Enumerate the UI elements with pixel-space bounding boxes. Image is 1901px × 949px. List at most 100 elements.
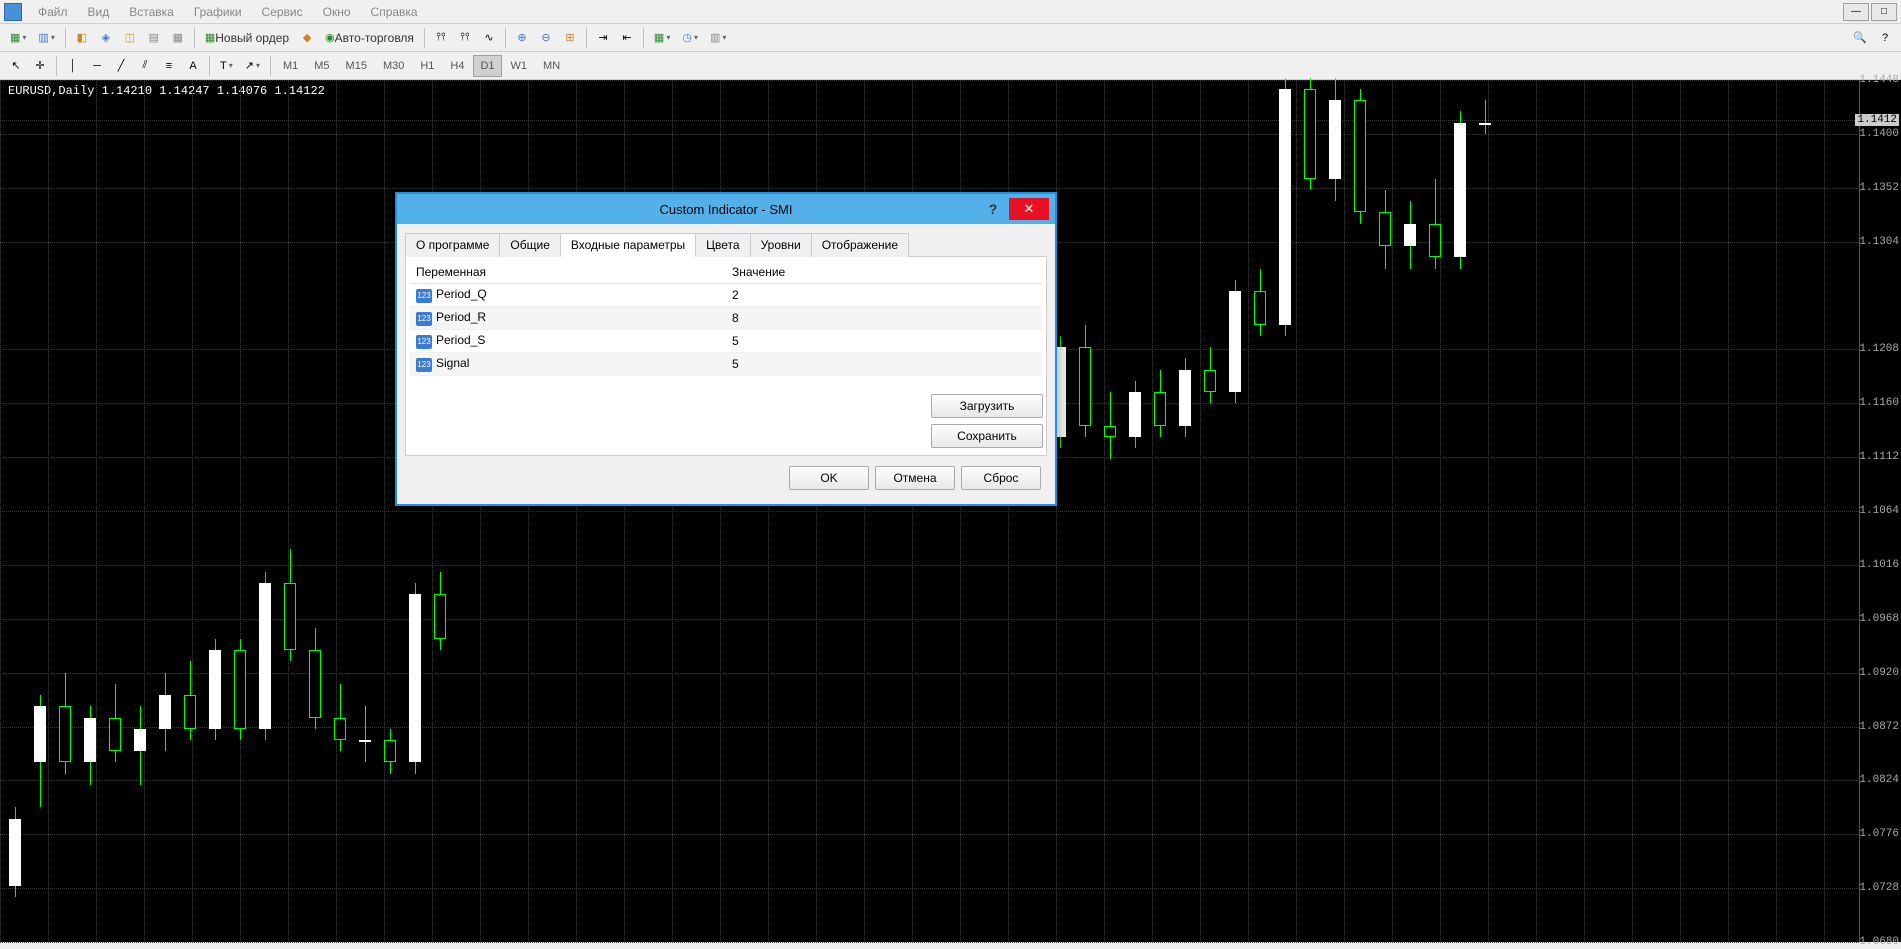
price-tick: 1.1112 xyxy=(1859,451,1899,463)
menu-сервис[interactable]: Сервис xyxy=(252,3,313,21)
column-variable[interactable]: Переменная xyxy=(410,261,726,284)
menu-вставка[interactable]: Вставка xyxy=(119,3,184,21)
indicators-button[interactable]: ▦ xyxy=(649,27,675,49)
chart-shift-button[interactable]: ⇤ xyxy=(616,27,638,49)
profiles-button[interactable]: ▥ xyxy=(33,27,59,49)
line-chart-button[interactable]: ∿ xyxy=(478,27,500,49)
save-button[interactable]: Сохранить xyxy=(931,424,1043,448)
menu-окно[interactable]: Окно xyxy=(313,3,361,21)
price-tick: 1.0728 xyxy=(1859,882,1899,894)
timeframe-mn[interactable]: MN xyxy=(536,55,567,77)
bar-chart-button[interactable]: ⫯⫯ xyxy=(430,27,452,49)
timeframe-m30[interactable]: M30 xyxy=(376,55,411,77)
menu-графики[interactable]: Графики xyxy=(184,3,252,21)
reset-button[interactable]: Сброс xyxy=(961,466,1041,490)
text-label-button[interactable]: A xyxy=(182,55,204,77)
tab-1[interactable]: Общие xyxy=(499,233,560,257)
price-tick: 1.0824 xyxy=(1859,774,1899,786)
market-watch-button[interactable]: ◧ xyxy=(71,27,93,49)
price-tick: 1.0872 xyxy=(1859,721,1899,733)
int-icon: 123 xyxy=(416,312,432,326)
auto-trading-button[interactable]: ◉ Авто-торговля xyxy=(320,27,419,49)
timeframe-m5[interactable]: M5 xyxy=(307,55,336,77)
periods-button[interactable]: ◷ xyxy=(677,27,703,49)
help-button[interactable]: ? xyxy=(1874,27,1896,49)
chart-symbol-label: EURUSD,Daily 1.14210 1.14247 1.14076 1.1… xyxy=(8,84,325,98)
param-row[interactable]: 123Period_R8 xyxy=(410,307,1042,330)
horizontal-line-button[interactable]: ─ xyxy=(86,55,108,77)
tab-4[interactable]: Уровни xyxy=(750,233,812,257)
auto-scroll-button[interactable]: ⇥ xyxy=(592,27,614,49)
timeframe-d1[interactable]: D1 xyxy=(473,55,501,77)
search-button[interactable]: 🔍 xyxy=(1848,27,1872,49)
timeframe-m15[interactable]: M15 xyxy=(339,55,374,77)
new-order-button[interactable]: ▦ Новый ордер xyxy=(200,27,294,49)
int-icon: 123 xyxy=(416,358,432,372)
price-axis: 1.14481.14121.14001.13521.13041.12081.11… xyxy=(1859,80,1901,942)
price-tick: 1.0776 xyxy=(1859,828,1899,840)
tab-0[interactable]: О программе xyxy=(405,233,500,257)
price-tick: 1.1160 xyxy=(1859,397,1899,409)
timeframe-h4[interactable]: H4 xyxy=(443,55,471,77)
channel-button[interactable]: ⫽ xyxy=(134,55,156,77)
param-row[interactable]: 123Signal5 xyxy=(410,353,1042,376)
menu-файл[interactable]: Файл xyxy=(28,3,78,21)
param-row[interactable]: 123Period_Q2 xyxy=(410,284,1042,307)
candlestick-button[interactable]: ⫯⫯ xyxy=(454,27,476,49)
timeframe-w1[interactable]: W1 xyxy=(504,55,535,77)
price-tick: 1.1304 xyxy=(1859,236,1899,248)
timeframe-m1[interactable]: M1 xyxy=(276,55,305,77)
indicator-dialog: Custom Indicator - SMI ? ✕ О программеОб… xyxy=(395,192,1057,506)
zoom-in-button[interactable]: ⊕ xyxy=(511,27,533,49)
text-tool-button[interactable]: T xyxy=(215,55,238,77)
load-button[interactable]: Загрузить xyxy=(931,394,1043,418)
vertical-line-button[interactable]: │ xyxy=(62,55,84,77)
int-icon: 123 xyxy=(416,335,432,349)
strategy-tester-button[interactable]: ▦ xyxy=(167,27,189,49)
templates-button[interactable]: ▥ xyxy=(705,27,731,49)
window-controls: — □ xyxy=(1843,3,1897,21)
price-tick: 1.0920 xyxy=(1859,667,1899,679)
tab-5[interactable]: Отображение xyxy=(811,233,909,257)
crosshair-button[interactable]: ✛ xyxy=(29,55,51,77)
restore-button[interactable]: □ xyxy=(1871,3,1897,21)
fibonacci-button[interactable]: ≡ xyxy=(158,55,180,77)
arrows-button[interactable]: ↗ xyxy=(240,55,265,77)
menu-справка[interactable]: Справка xyxy=(361,3,428,21)
price-tick: 1.1208 xyxy=(1859,343,1899,355)
dialog-help-button[interactable]: ? xyxy=(979,198,1007,220)
param-row[interactable]: 123Period_S5 xyxy=(410,330,1042,353)
minimize-button[interactable]: — xyxy=(1843,3,1869,21)
parameters-table: Переменная Значение 123Period_Q2123Perio… xyxy=(410,261,1042,376)
main-toolbar: ▦ ▥ ◧ ◈ ◫ ▤ ▦ ▦ Новый ордер ◆ ◉ Авто-тор… xyxy=(0,24,1901,52)
trendline-button[interactable]: ╱ xyxy=(110,55,132,77)
metaeditor-button[interactable]: ◆ xyxy=(296,27,318,49)
app-icon xyxy=(4,3,22,21)
navigator-button[interactable]: ◈ xyxy=(95,27,117,49)
terminal-button[interactable]: ▤ xyxy=(143,27,165,49)
ok-button[interactable]: OK xyxy=(789,466,869,490)
price-tick: 1.1400 xyxy=(1859,128,1899,140)
int-icon: 123 xyxy=(416,289,432,303)
dialog-tabs: О программеОбщиеВходные параметрыЦветаУр… xyxy=(405,232,1047,256)
drawing-toolbar: ↖ ✛ │ ─ ╱ ⫽ ≡ A T ↗ M1M5M15M30H1H4D1W1MN xyxy=(0,52,1901,80)
cursor-button[interactable]: ↖ xyxy=(5,55,27,77)
tab-2[interactable]: Входные параметры xyxy=(560,233,696,257)
column-value[interactable]: Значение xyxy=(726,261,1042,284)
price-tick: 1.1448 xyxy=(1859,74,1899,86)
new-chart-button[interactable]: ▦ xyxy=(5,27,31,49)
dialog-close-button[interactable]: ✕ xyxy=(1009,198,1049,220)
zoom-out-button[interactable]: ⊖ xyxy=(535,27,557,49)
dialog-title: Custom Indicator - SMI xyxy=(660,202,793,217)
cancel-button[interactable]: Отмена xyxy=(875,466,955,490)
tab-3[interactable]: Цвета xyxy=(695,233,750,257)
price-tick: 1.1016 xyxy=(1859,559,1899,571)
data-window-button[interactable]: ◫ xyxy=(119,27,141,49)
price-tick: 1.1064 xyxy=(1859,505,1899,517)
tile-windows-button[interactable]: ⊞ xyxy=(559,27,581,49)
menubar: ФайлВидВставкаГрафикиСервисОкноСправка —… xyxy=(0,0,1901,24)
price-tick: 1.1412 xyxy=(1855,114,1899,126)
timeframe-h1[interactable]: H1 xyxy=(413,55,441,77)
dialog-titlebar[interactable]: Custom Indicator - SMI ? ✕ xyxy=(397,194,1055,224)
menu-вид[interactable]: Вид xyxy=(78,3,120,21)
